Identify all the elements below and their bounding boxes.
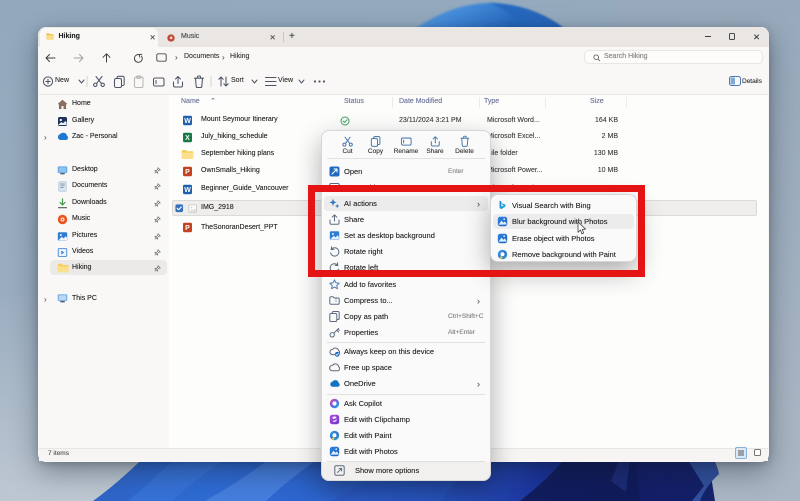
svg-text:P: P bbox=[185, 169, 190, 176]
svg-text:X: X bbox=[185, 135, 190, 142]
svg-text:W: W bbox=[184, 118, 191, 125]
svg-text:W: W bbox=[184, 187, 191, 194]
svg-text:P: P bbox=[185, 225, 190, 232]
